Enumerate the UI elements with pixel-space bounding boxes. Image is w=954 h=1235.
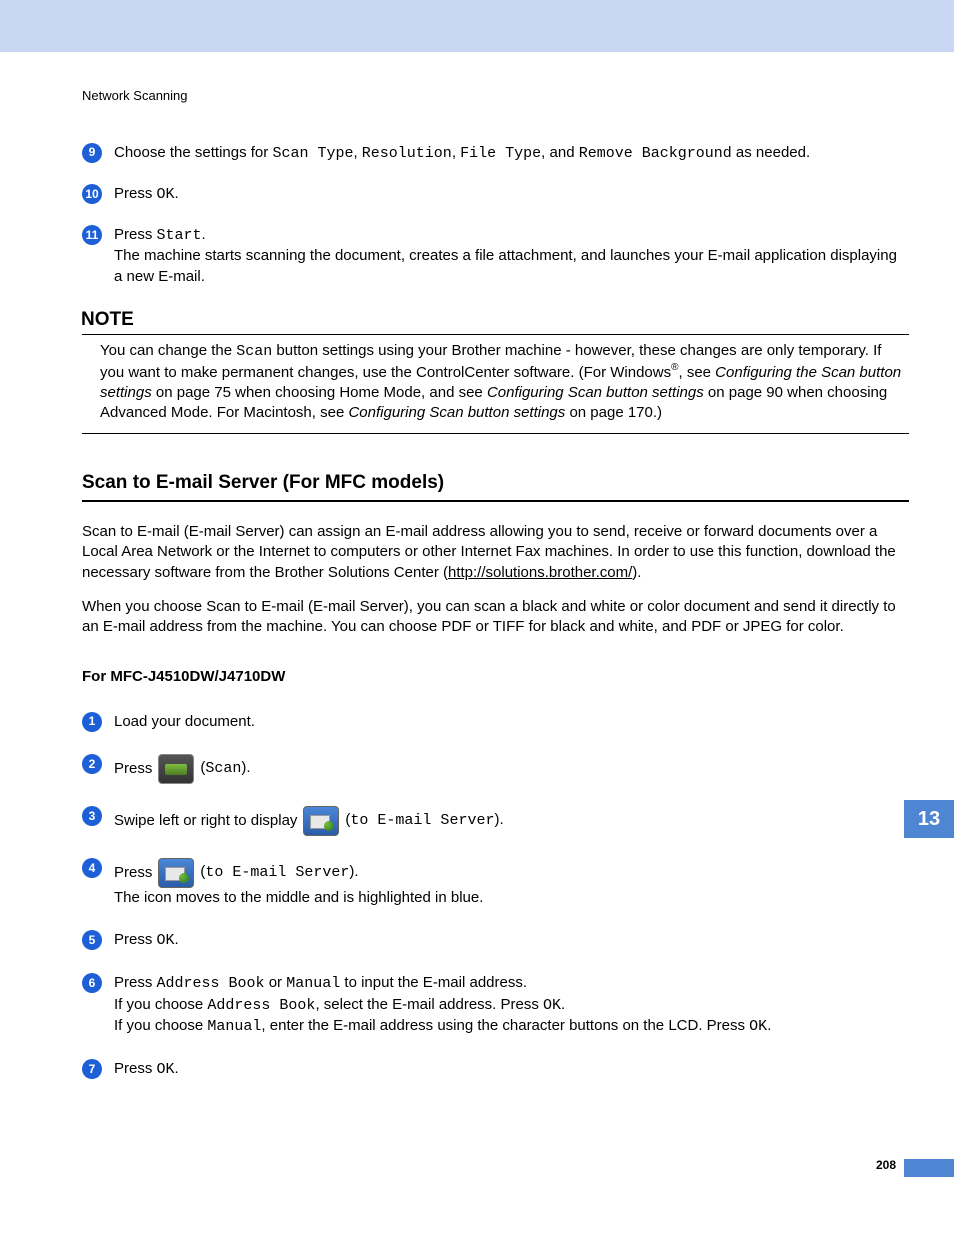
step-badge: 9 [82, 143, 102, 163]
step-text: Press Address Book or Manual to input th… [114, 974, 527, 991]
step-text: Choose the settings for Scan Type, Resol… [114, 144, 810, 161]
step-badge: 5 [82, 930, 102, 950]
step-11: 11 Press Start. The machine starts scann… [82, 225, 909, 287]
page-tab [904, 1159, 954, 1177]
note-rule [82, 334, 909, 335]
section-p1: Scan to E-mail (E-mail Server) can assig… [82, 522, 909, 583]
note-body: You can change the Scan button settings … [82, 341, 909, 423]
section-rule [82, 500, 909, 502]
step-text: Press OK. [114, 1060, 179, 1077]
step-6: 6 Press Address Book or Manual to input … [82, 973, 909, 1037]
top-bar [0, 0, 954, 52]
step-7: 7 Press OK. [82, 1059, 909, 1080]
section-p2: When you choose Scan to E-mail (E-mail S… [82, 597, 909, 638]
step-10: 10 Press OK. [82, 184, 909, 205]
step-badge: 1 [82, 712, 102, 732]
model-subhead: For MFC-J4510DW/J4710DW [82, 667, 909, 687]
step-badge: 7 [82, 1059, 102, 1079]
step-1: 1 Load your document. [82, 712, 909, 732]
steps-list-1: 9 Choose the settings for Scan Type, Res… [82, 143, 909, 287]
steps-list-2: 1 Load your document. 2 Press (Scan). 3 … [82, 712, 909, 1081]
step-9: 9 Choose the settings for Scan Type, Res… [82, 143, 909, 164]
step-badge: 3 [82, 806, 102, 826]
step-5: 5 Press OK. [82, 930, 909, 951]
step-3: 3 Swipe left or right to display (to E-m… [82, 806, 909, 836]
page-number: 208 [876, 1157, 896, 1173]
step-badge: 10 [82, 184, 102, 204]
step-badge: 11 [82, 225, 102, 245]
step-body: The machine starts scanning the document… [114, 247, 897, 284]
step-badge: 6 [82, 973, 102, 993]
note-heading: NOTE [81, 307, 909, 333]
section-heading: Scan to E-mail Server (For MFC models) [82, 470, 909, 496]
page-content: Network Scanning 9 Choose the settings f… [0, 52, 954, 1080]
solutions-link[interactable]: http://solutions.brother.com/ [448, 564, 632, 581]
step-line3: If you choose Manual, enter the E-mail a… [114, 1017, 771, 1034]
scan-icon [158, 754, 194, 784]
step-line2: If you choose Address Book, select the E… [114, 996, 565, 1013]
chapter-tab: 13 [904, 800, 954, 838]
chapter-header: Network Scanning [82, 87, 909, 105]
step-badge: 4 [82, 858, 102, 878]
step-2: 2 Press (Scan). [82, 754, 909, 784]
step-badge: 2 [82, 754, 102, 774]
step-text: Load your document. [114, 713, 255, 730]
step-text: Press (to E-mail Server). [114, 858, 359, 888]
step-text: Press Start. [114, 226, 206, 243]
step-4: 4 Press (to E-mail Server). The icon mov… [82, 858, 909, 908]
note-rule [82, 433, 909, 434]
step-body: The icon moves to the middle and is high… [114, 889, 483, 906]
step-text: Press OK. [114, 931, 179, 948]
step-text: Swipe left or right to display (to E-mai… [114, 806, 504, 836]
step-text: Press OK. [114, 185, 179, 202]
email-server-icon [158, 858, 194, 888]
email-server-icon [303, 806, 339, 836]
step-text: Press (Scan). [114, 754, 251, 784]
